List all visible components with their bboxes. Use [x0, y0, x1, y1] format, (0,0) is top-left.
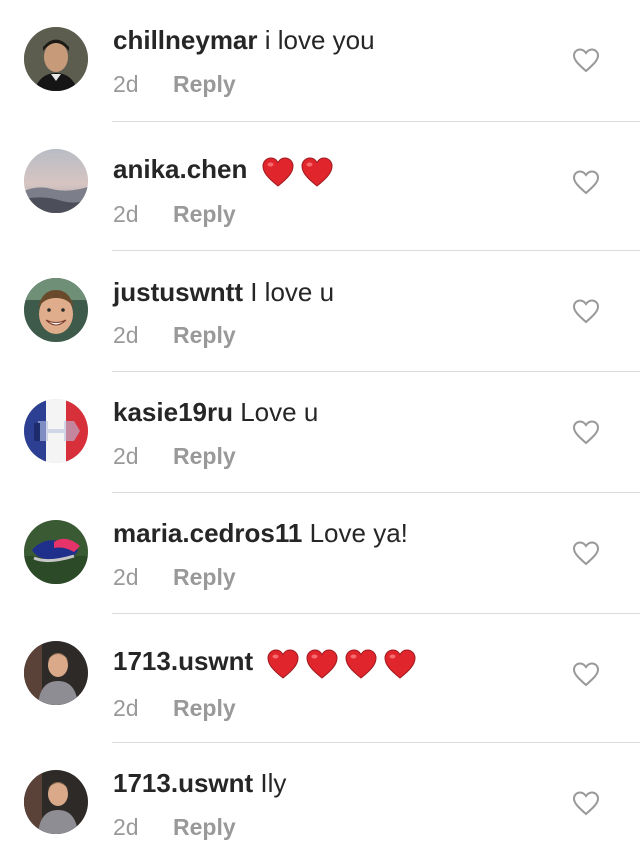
comment-meta: 2d Reply: [113, 321, 236, 349]
red-heart-emoji: [261, 155, 295, 189]
avatar[interactable]: [24, 27, 88, 91]
red-heart-emoji: [344, 647, 378, 681]
comment-meta: 2d Reply: [113, 442, 236, 470]
like-button[interactable]: [572, 169, 600, 195]
heart-outline-icon: [572, 170, 600, 195]
heart-emojis: [261, 154, 339, 189]
comment-item: maria.cedros11 Love ya! 2d Reply: [0, 493, 640, 613]
heart-outline-icon: [572, 420, 600, 445]
comment-text: Love u: [240, 397, 319, 427]
red-heart-emoji: [305, 647, 339, 681]
heart-outline-icon: [572, 48, 600, 73]
like-button[interactable]: [572, 540, 600, 566]
comment-item: 1713.uswnt 2d Reply: [0, 614, 640, 742]
comment-line: kasie19ru Love u: [113, 396, 318, 428]
username-link[interactable]: anika.chen: [113, 154, 247, 184]
username-link[interactable]: maria.cedros11: [113, 518, 302, 548]
avatar[interactable]: [24, 641, 88, 705]
username-link[interactable]: justuswntt: [113, 277, 243, 307]
comment-item: kasie19ru Love u 2d Reply: [0, 372, 640, 492]
comment-text: I love u: [250, 277, 335, 307]
comment-item: chillneymar i love you 2d Reply: [0, 0, 640, 121]
comment-text: i love you: [264, 25, 375, 55]
avatar[interactable]: [24, 399, 88, 463]
comment-meta: 2d Reply: [113, 813, 236, 841]
avatar[interactable]: [24, 278, 88, 342]
username-link[interactable]: 1713.uswnt: [113, 646, 253, 676]
heart-outline-icon: [572, 299, 600, 324]
comment-meta: 2d Reply: [113, 694, 236, 722]
comment-item: 1713.uswnt Ily 2d Reply: [0, 743, 640, 860]
comment-text: Love ya!: [309, 518, 408, 548]
timestamp: 2d: [113, 443, 139, 469]
comment-line: anika.chen: [113, 153, 339, 189]
comment-meta: 2d Reply: [113, 563, 236, 591]
like-button[interactable]: [572, 790, 600, 816]
avatar[interactable]: [24, 770, 88, 834]
reply-button[interactable]: Reply: [173, 71, 236, 97]
comment-line: maria.cedros11 Love ya!: [113, 517, 408, 549]
reply-button[interactable]: Reply: [173, 322, 236, 348]
timestamp: 2d: [113, 322, 139, 348]
reply-button[interactable]: Reply: [173, 695, 236, 721]
red-heart-emoji: [383, 647, 417, 681]
comment-line: chillneymar i love you: [113, 24, 375, 56]
reply-button[interactable]: Reply: [173, 814, 236, 840]
comment-line: justuswntt I love u: [113, 276, 334, 308]
comment-text: Ily: [260, 768, 287, 798]
reply-button[interactable]: Reply: [173, 201, 236, 227]
comment-item: justuswntt I love u 2d Reply: [0, 251, 640, 371]
timestamp: 2d: [113, 201, 139, 227]
like-button[interactable]: [572, 661, 600, 687]
heart-emojis: [266, 646, 422, 681]
red-heart-emoji: [300, 155, 334, 189]
heart-outline-icon: [572, 662, 600, 687]
like-button[interactable]: [572, 298, 600, 324]
timestamp: 2d: [113, 564, 139, 590]
comment-list: chillneymar i love you 2d Reply anika.ch…: [0, 0, 640, 860]
username-link[interactable]: kasie19ru: [113, 397, 233, 427]
username-link[interactable]: 1713.uswnt: [113, 768, 253, 798]
reply-button[interactable]: Reply: [173, 443, 236, 469]
comment-line: 1713.uswnt: [113, 645, 422, 681]
comment-item: anika.chen 2d Reply: [0, 122, 640, 250]
timestamp: 2d: [113, 814, 139, 840]
timestamp: 2d: [113, 695, 139, 721]
username-link[interactable]: chillneymar: [113, 25, 258, 55]
timestamp: 2d: [113, 71, 139, 97]
comment-meta: 2d Reply: [113, 70, 236, 98]
like-button[interactable]: [572, 47, 600, 73]
avatar[interactable]: [24, 520, 88, 584]
comment-meta: 2d Reply: [113, 200, 236, 228]
like-button[interactable]: [572, 419, 600, 445]
comment-line: 1713.uswnt Ily: [113, 767, 286, 799]
heart-outline-icon: [572, 541, 600, 566]
reply-button[interactable]: Reply: [173, 564, 236, 590]
avatar[interactable]: [24, 149, 88, 213]
heart-outline-icon: [572, 791, 600, 816]
red-heart-emoji: [266, 647, 300, 681]
